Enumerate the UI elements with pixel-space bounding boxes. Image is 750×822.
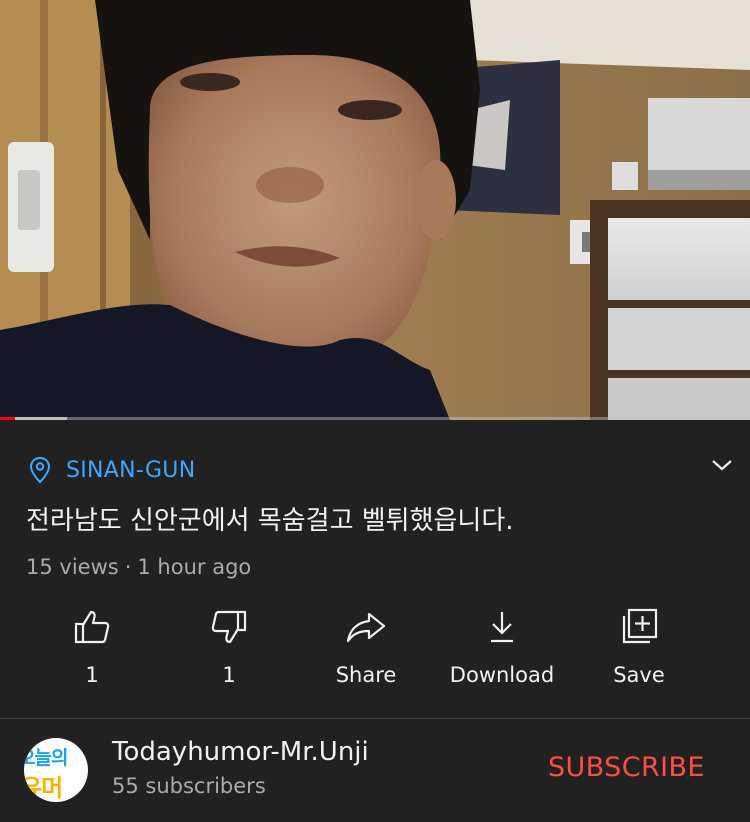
dislike-button[interactable]: 1 bbox=[161, 605, 297, 705]
video-title[interactable]: 전라남도 신안군에서 목숨걸고 벨튀했읍니다. bbox=[26, 500, 514, 537]
thumbs-down-icon bbox=[211, 610, 247, 644]
expand-description-button[interactable] bbox=[706, 452, 738, 478]
view-count: 15 views bbox=[26, 555, 119, 579]
upload-time: 1 hour ago bbox=[137, 555, 252, 579]
video-meta: 15 views · 1 hour ago bbox=[26, 555, 251, 579]
dislike-count: 1 bbox=[222, 663, 236, 687]
channel-name[interactable]: Todayhumor-Mr.Unji bbox=[112, 737, 369, 767]
location-tag[interactable]: SINAN-GUN bbox=[28, 456, 195, 484]
save-button[interactable]: Save bbox=[571, 605, 707, 705]
video-progress-bar[interactable] bbox=[0, 417, 750, 420]
download-label: Download bbox=[449, 663, 555, 687]
save-label: Save bbox=[613, 663, 665, 687]
add-to-playlist-icon bbox=[622, 608, 658, 644]
avatar-logo-bottom: 유머 bbox=[24, 774, 63, 802]
progress-buffer bbox=[15, 417, 67, 420]
meta-separator: · bbox=[124, 555, 132, 579]
subscriber-count: 55 subscribers bbox=[112, 774, 266, 798]
chevron-down-icon bbox=[712, 460, 732, 471]
action-bar: 1 1 Share Download Save bbox=[0, 605, 750, 705]
thumbs-up-icon bbox=[74, 610, 110, 644]
divider bbox=[0, 718, 750, 719]
download-button[interactable]: Download bbox=[434, 605, 570, 705]
share-arrow-icon bbox=[346, 612, 386, 643]
video-player[interactable] bbox=[0, 0, 750, 420]
channel-avatar[interactable]: 오늘의 유머 bbox=[24, 738, 88, 802]
like-count: 1 bbox=[85, 663, 99, 687]
progress-played bbox=[0, 417, 15, 420]
video-frame bbox=[0, 0, 750, 420]
like-button[interactable]: 1 bbox=[24, 605, 160, 705]
avatar-logo-top: 오늘의 bbox=[24, 747, 68, 769]
location-label: SINAN-GUN bbox=[66, 457, 196, 483]
share-label: Share bbox=[335, 663, 397, 687]
download-icon bbox=[491, 612, 513, 643]
subscribe-button[interactable]: SUBSCRIBE bbox=[548, 752, 705, 783]
location-pin-icon bbox=[29, 456, 51, 484]
share-button[interactable]: Share bbox=[298, 605, 434, 705]
